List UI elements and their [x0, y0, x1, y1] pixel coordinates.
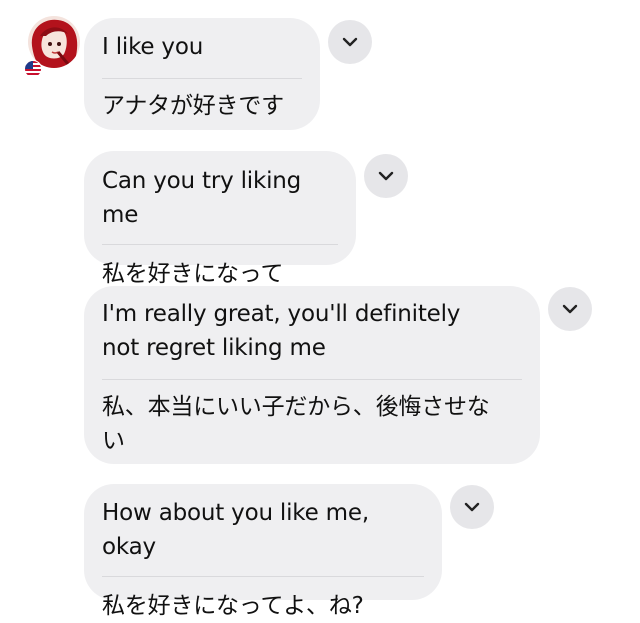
- message-original-text: I like you: [102, 34, 204, 60]
- message-original-text: How about you like me, okay: [102, 500, 377, 560]
- message-translation-text: 私、本当にいい子だから、後悔させない: [102, 394, 490, 454]
- divider: [102, 576, 424, 577]
- chevron-down-icon[interactable]: [328, 20, 372, 64]
- message-bubble[interactable]: I'm really great, you'll definitely not …: [84, 286, 540, 464]
- chevron-down-icon[interactable]: [364, 154, 408, 198]
- message-original-text: Can you try liking me: [102, 168, 309, 228]
- us-flag-icon: [24, 60, 42, 78]
- message-bubble[interactable]: Can you try liking me 私を好きになって: [84, 151, 356, 287]
- message-original-text: I'm really great, you'll definitely not …: [102, 301, 468, 361]
- message-bubble[interactable]: How about you like me, okay 私を好きになってよ、ね?: [84, 484, 442, 619]
- message-bubble[interactable]: I like you アナタが好きです: [84, 18, 320, 130]
- divider: [102, 244, 338, 245]
- chevron-down-icon[interactable]: [548, 287, 592, 331]
- message-translation-text: アナタが好きです: [102, 93, 284, 119]
- divider: [102, 379, 522, 380]
- divider: [102, 78, 302, 79]
- avatar[interactable]: [24, 14, 82, 78]
- chevron-down-icon[interactable]: [450, 485, 494, 529]
- message-translation-text: 私を好きになってよ、ね?: [102, 593, 364, 619]
